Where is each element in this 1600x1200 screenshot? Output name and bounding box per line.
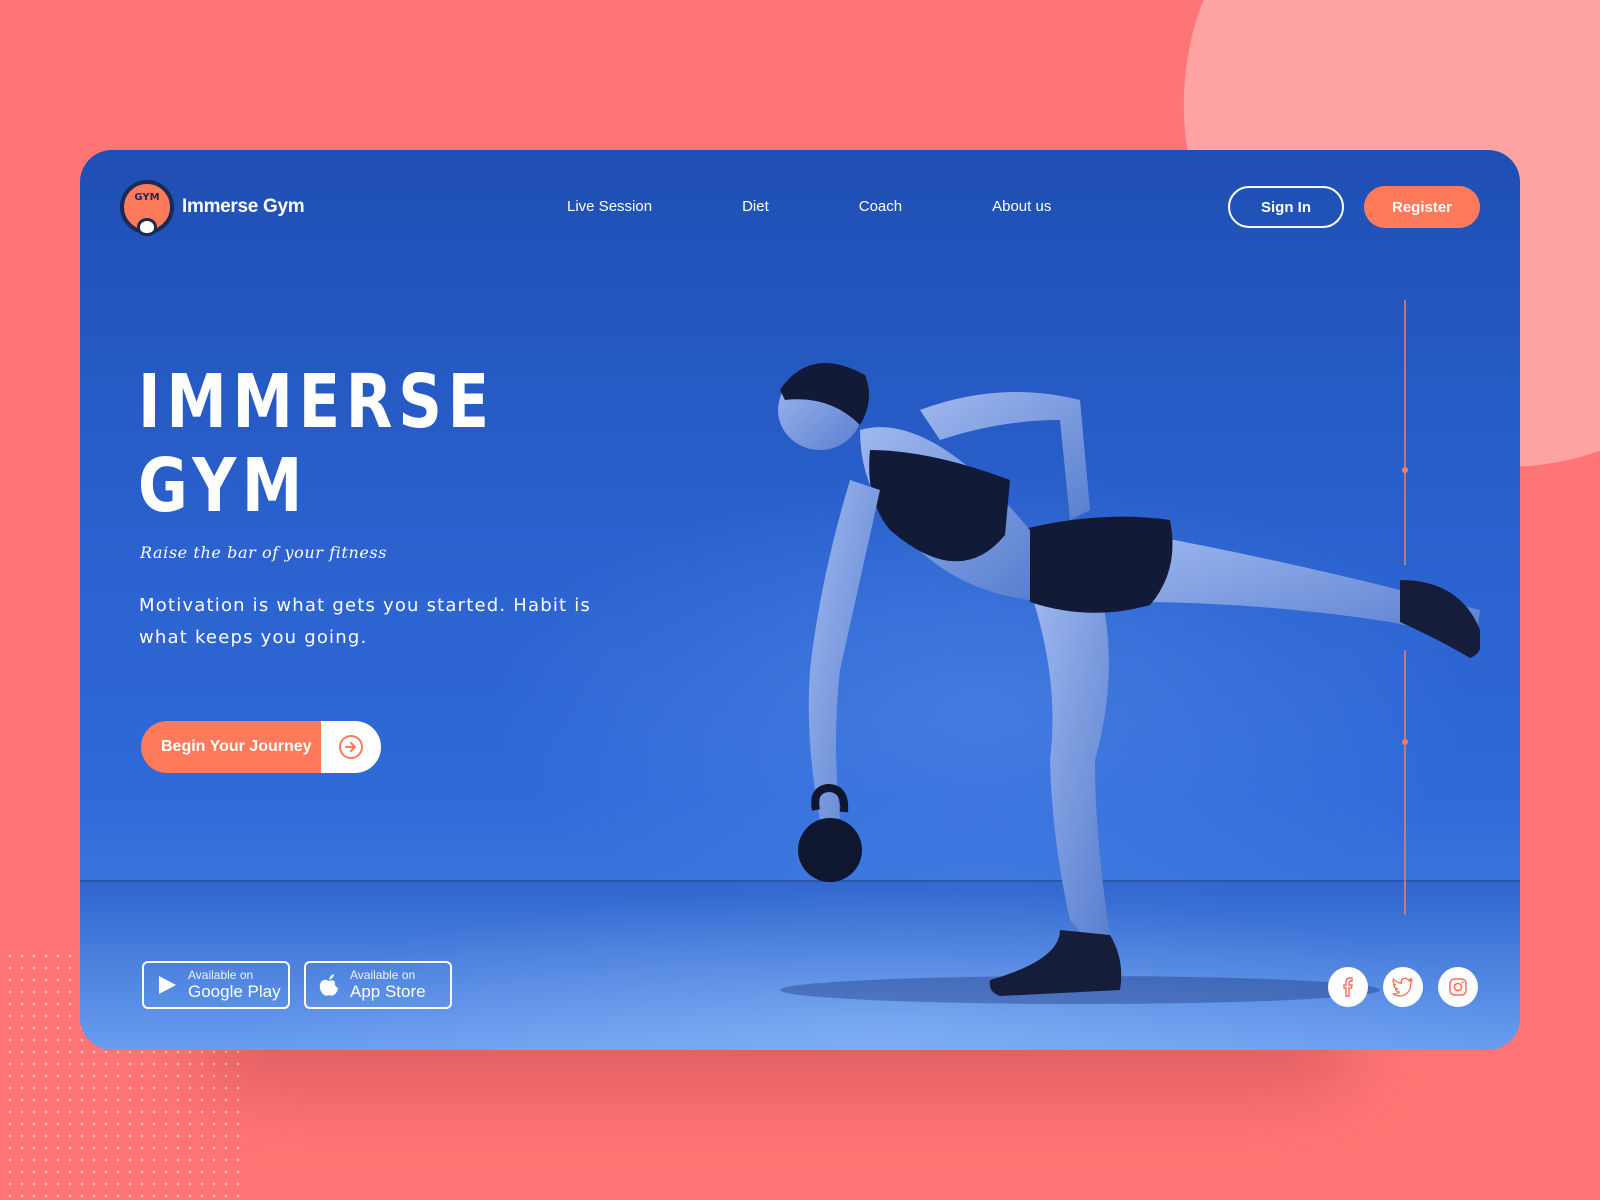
store-small-label: Available on [350, 967, 416, 982]
instagram-icon [1449, 978, 1467, 996]
hero-title: IMMERSE GYM [138, 360, 495, 528]
instagram-button[interactable] [1438, 967, 1478, 1007]
hero-card: GYM Immerse Gym Live Session Diet Coach … [80, 150, 1520, 1050]
hero-title-line1: IMMERSE [138, 359, 495, 445]
nav-coach[interactable]: Coach [859, 198, 902, 215]
nav-live-session[interactable]: Live Session [567, 198, 652, 215]
twitter-button[interactable] [1383, 967, 1423, 1007]
hero-tagline: Raise the bar of your fitness [140, 543, 388, 562]
nav-about-us[interactable]: About us [992, 198, 1051, 215]
cta-label: Begin Your Journey [141, 721, 321, 773]
logo-bell-shape [137, 218, 157, 236]
apple-icon [319, 974, 338, 996]
brand-name: Immerse Gym [182, 196, 305, 217]
rail-dot[interactable] [1402, 467, 1408, 473]
begin-journey-button[interactable]: Begin Your Journey [141, 721, 381, 773]
play-icon [159, 976, 176, 994]
store-big-label: App Store [350, 981, 426, 1001]
twitter-icon [1392, 977, 1413, 997]
rail-line-bottom [1404, 650, 1406, 915]
rail-line-top [1404, 300, 1406, 565]
logo-text: GYM [134, 192, 160, 203]
rail-dot[interactable] [1402, 739, 1408, 745]
arrow-right-circle-icon [321, 721, 381, 773]
hero-title-line2: GYM [138, 443, 309, 529]
sign-in-button[interactable]: Sign In [1228, 186, 1344, 228]
google-play-badge[interactable]: Available on Google Play [142, 961, 290, 1009]
facebook-icon [1343, 977, 1353, 997]
logo[interactable]: GYM Immerse Gym [120, 180, 305, 236]
register-button[interactable]: Register [1364, 186, 1480, 228]
athlete-kettlebell-image [778, 363, 1480, 1004]
facebook-button[interactable] [1328, 967, 1368, 1007]
main-nav: Live Session Diet Coach About us [567, 198, 1051, 215]
nav-diet[interactable]: Diet [742, 198, 769, 215]
kettlebell-logo-icon: GYM [120, 180, 174, 236]
store-small-label: Available on [188, 967, 254, 982]
store-big-label: Google Play [188, 981, 281, 1001]
hero-quote: Motivation is what gets you started. Hab… [139, 595, 591, 648]
app-store-badge[interactable]: Available on App Store [304, 961, 452, 1009]
